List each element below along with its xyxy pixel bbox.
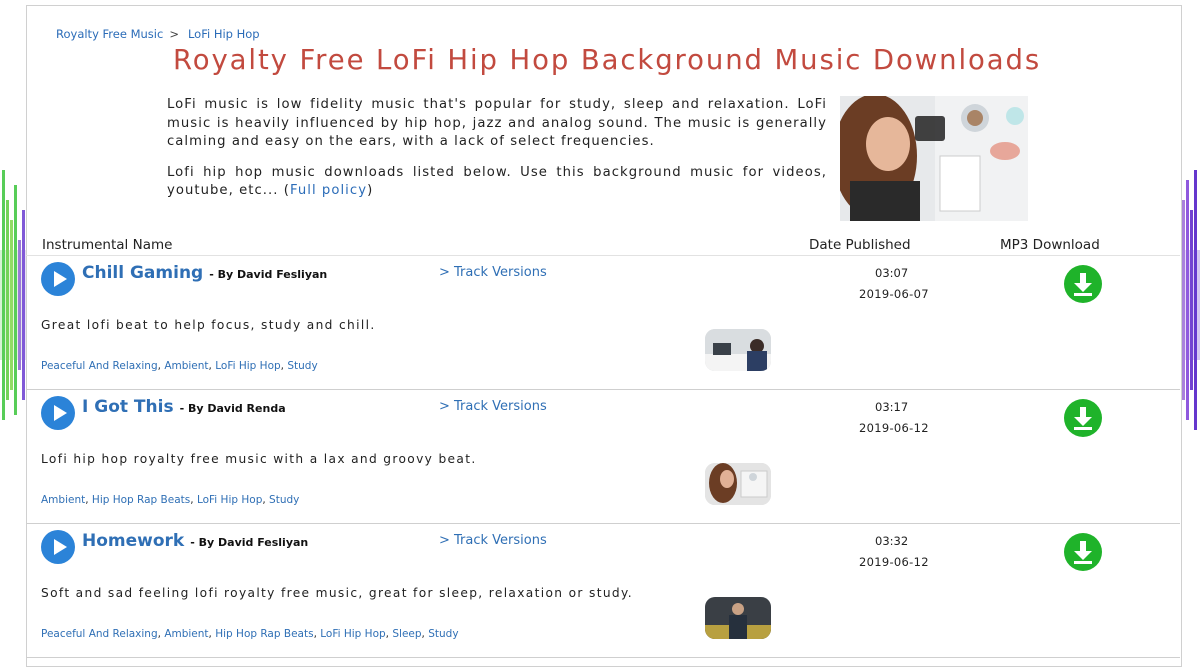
track-description: Lofi hip hop royalty free music with a l… bbox=[41, 452, 477, 466]
download-button[interactable] bbox=[1064, 399, 1102, 437]
tag-link[interactable]: LoFi Hip Hop bbox=[215, 360, 280, 372]
tag-separator: , bbox=[85, 494, 92, 506]
intro-text: LoFi music is low fidelity music that's … bbox=[167, 96, 827, 213]
tag-link[interactable]: LoFi Hip Hop bbox=[197, 494, 262, 506]
intro-paragraph-2-text: Lofi hip hop music downloads listed belo… bbox=[167, 164, 827, 199]
tag-link[interactable]: Peaceful And Relaxing bbox=[41, 360, 158, 372]
track-title-link[interactable]: Homework - By David Fesliyan bbox=[82, 531, 308, 551]
track-title-link[interactable]: Chill Gaming - By David Fesliyan bbox=[82, 263, 327, 283]
play-icon bbox=[54, 405, 67, 421]
play-button[interactable] bbox=[41, 262, 75, 296]
tag-link[interactable]: Study bbox=[428, 628, 458, 640]
track-versions-link[interactable]: > Track Versions bbox=[439, 533, 547, 548]
tag-link[interactable]: LoFi Hip Hop bbox=[320, 628, 385, 640]
column-header-download: MP3 Download bbox=[1000, 237, 1100, 253]
track-row: Homework - By David Fesliyan > Track Vers… bbox=[26, 524, 1180, 658]
tag-link[interactable]: Sleep bbox=[392, 628, 421, 640]
track-thumbnail[interactable] bbox=[705, 463, 771, 505]
track-versions-link[interactable]: > Track Versions bbox=[439, 265, 547, 280]
breadcrumb-home-link[interactable]: Royalty Free Music bbox=[56, 27, 163, 41]
intro-paragraph-2: Lofi hip hop music downloads listed belo… bbox=[167, 164, 827, 201]
download-icon bbox=[1074, 541, 1092, 564]
track-tags: Peaceful And Relaxing, Ambient, Hip Hop … bbox=[41, 628, 459, 640]
track-tags: Ambient, Hip Hop Rap Beats, LoFi Hip Hop… bbox=[41, 494, 299, 506]
track-title: Homework bbox=[82, 531, 185, 551]
track-row: Chill Gaming - By David Fesliyan > Track … bbox=[26, 256, 1180, 390]
play-button[interactable] bbox=[41, 396, 75, 430]
track-date: 2019-06-12 bbox=[859, 421, 929, 435]
track-thumbnail[interactable] bbox=[705, 329, 771, 371]
intro-paragraph-1: LoFi music is low fidelity music that's … bbox=[167, 97, 827, 150]
track-duration: 03:07 bbox=[875, 266, 909, 280]
play-icon bbox=[54, 539, 67, 555]
column-header-date: Date Published bbox=[809, 237, 911, 253]
tag-link[interactable]: Hip Hop Rap Beats bbox=[215, 628, 313, 640]
tag-link[interactable]: Study bbox=[287, 360, 317, 372]
download-button[interactable] bbox=[1064, 265, 1102, 303]
track-description: Great lofi beat to help focus, study and… bbox=[41, 318, 376, 332]
page-content: Royalty Free Music > LoFi Hip Hop Royalty … bbox=[0, 0, 1200, 658]
track-versions-link[interactable]: > Track Versions bbox=[439, 399, 547, 414]
intro-paragraph-2-suffix: ) bbox=[367, 183, 374, 199]
play-icon bbox=[54, 271, 67, 287]
track-duration: 03:17 bbox=[875, 400, 909, 414]
download-icon bbox=[1074, 273, 1092, 296]
full-policy-link[interactable]: Full policy bbox=[290, 183, 367, 198]
track-author: - By David Fesliyan bbox=[209, 268, 328, 281]
track-title-link[interactable]: I Got This - By David Renda bbox=[82, 397, 286, 417]
column-header-name: Instrumental Name bbox=[42, 237, 173, 253]
tag-link[interactable]: Peaceful And Relaxing bbox=[41, 628, 158, 640]
download-button[interactable] bbox=[1064, 533, 1102, 571]
download-icon bbox=[1074, 407, 1092, 430]
breadcrumb-separator: > bbox=[169, 27, 179, 41]
page-title: Royalty Free LoFi Hip Hop Background Mus… bbox=[173, 44, 1042, 76]
track-date: 2019-06-07 bbox=[859, 287, 929, 301]
hero-photo bbox=[840, 96, 1028, 221]
tag-link[interactable]: Study bbox=[269, 494, 299, 506]
track-thumbnail[interactable] bbox=[705, 597, 771, 639]
track-title: I Got This bbox=[82, 397, 174, 417]
track-title: Chill Gaming bbox=[82, 263, 204, 283]
track-author: - By David Fesliyan bbox=[190, 536, 309, 549]
breadcrumb: Royalty Free Music > LoFi Hip Hop bbox=[56, 27, 260, 41]
tag-link[interactable]: Ambient bbox=[164, 628, 208, 640]
tag-link[interactable]: Ambient bbox=[164, 360, 208, 372]
track-author: - By David Renda bbox=[179, 402, 286, 415]
tag-link[interactable]: Hip Hop Rap Beats bbox=[92, 494, 190, 506]
tag-separator: , bbox=[190, 494, 197, 506]
play-button[interactable] bbox=[41, 530, 75, 564]
track-row: I Got This - By David Renda > Track Versi… bbox=[26, 390, 1180, 524]
tag-link[interactable]: Ambient bbox=[41, 494, 85, 506]
track-date: 2019-06-12 bbox=[859, 555, 929, 569]
track-duration: 03:32 bbox=[875, 534, 909, 548]
track-tags: Peaceful And Relaxing, Ambient, LoFi Hip… bbox=[41, 360, 318, 372]
breadcrumb-current-link[interactable]: LoFi Hip Hop bbox=[188, 27, 260, 41]
track-description: Soft and sad feeling lofi royalty free m… bbox=[41, 586, 634, 600]
